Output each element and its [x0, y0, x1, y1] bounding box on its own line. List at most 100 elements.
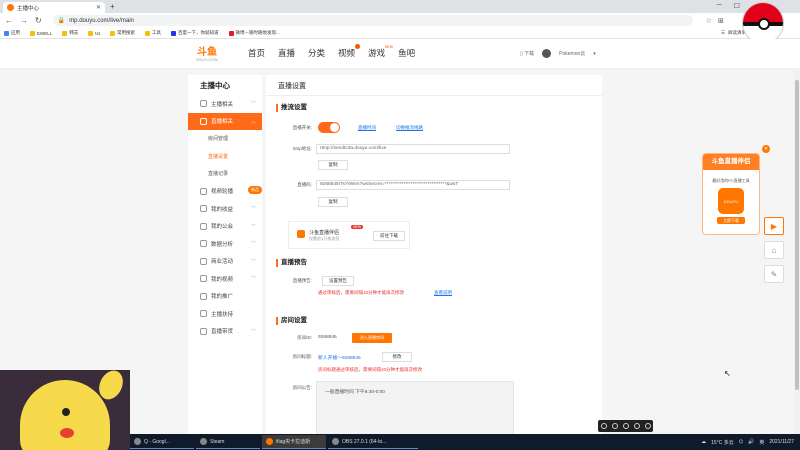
taskbar-douyu[interactable]: ifiag央卡拉迪斯 — [262, 435, 326, 449]
sidebar: 主播中心 主播相关 ﹀ 直播相关 ︿ 房间管理 直播设置 直播记录 视频轮播 新品 我… — [188, 75, 262, 435]
ime-indicator[interactable]: 英 — [759, 439, 764, 446]
preview-help-link[interactable]: 查看说明 — [434, 290, 452, 296]
browser-tab[interactable]: 主播中心 ✕ — [3, 2, 105, 13]
taskbar-chrome[interactable]: Q - Googl... — [130, 435, 194, 449]
folder-icon — [110, 30, 116, 36]
play-icon[interactable]: ▶ — [764, 217, 784, 235]
nav-home[interactable]: 首页 — [248, 47, 265, 59]
nav-game[interactable]: 游戏 NEW — [368, 45, 393, 59]
sidebar-item-analytics[interactable]: 数据分析 ﹀ — [188, 235, 262, 253]
sidebar-item-commerce[interactable]: 直播带货 ﹀ — [188, 323, 262, 341]
sidebar-item-carousel[interactable]: 视频轮播 新品 — [188, 183, 262, 201]
pokeball-overlay — [742, 2, 784, 44]
bookmark-apps[interactable]: 应用 — [4, 30, 20, 36]
maximize-icon[interactable]: ☐ — [734, 2, 740, 10]
media-button-icon[interactable] — [611, 423, 618, 429]
bookmark-hanzhi[interactable]: 韩志 — [62, 30, 78, 36]
companion-download-button[interactable]: 前往下载 — [373, 231, 405, 241]
volume-icon[interactable]: 🔊 — [748, 439, 754, 445]
weather-icon[interactable]: ☁ — [701, 439, 706, 445]
switch-line-link[interactable]: 切换推流线路 — [396, 125, 423, 131]
douyu-app-icon: DOUYU — [718, 188, 744, 214]
media-button-icon[interactable] — [600, 423, 607, 429]
page-scrollbar[interactable] — [794, 70, 800, 435]
title-warning: 房间标题通过审核后，需要间隔10分钟才能再次修改 — [318, 367, 423, 372]
guild-icon — [200, 222, 207, 230]
sidebar-item-guild[interactable]: 我的公会 ﹀ — [188, 218, 262, 236]
stream-code-field[interactable]: 9268845rTsY6Wm?wsSecret=****************… — [316, 180, 510, 190]
sidebar-item-support[interactable]: 主播扶持 — [188, 305, 262, 323]
weibo-icon — [228, 30, 234, 36]
sidebar-item-live[interactable]: 直播相关 ︿ — [188, 112, 262, 130]
folder-icon — [145, 30, 151, 36]
sidebar-sub-settings[interactable]: 直播设置 — [188, 148, 262, 166]
address-bar[interactable]: 🔒 mp.douyu.com/live/main — [52, 15, 693, 26]
chevron-down-icon[interactable]: ▾ — [593, 51, 596, 57]
modify-title-button[interactable]: 修改 — [382, 352, 412, 362]
star-icon[interactable]: ☆ — [706, 17, 712, 25]
copy-code-button[interactable]: 复制 — [318, 197, 348, 207]
bookmark-baidu[interactable]: 百度一下，你就知道 — [171, 30, 219, 36]
sidebar-sub-room[interactable]: 房间管理 — [188, 130, 262, 148]
sidebar-item-promotion[interactable]: 我的推广 — [188, 288, 262, 306]
nav-yuba[interactable]: 鱼吧 — [398, 47, 415, 59]
taskbar-obs[interactable]: OBS 27.0.1 (64-bi... — [328, 435, 418, 449]
sidebar-item-business[interactable]: 商业活动 ﹀ — [188, 253, 262, 271]
media-button-icon[interactable] — [644, 423, 651, 429]
video-icon — [200, 187, 207, 195]
network-icon[interactable]: ⌬ — [739, 439, 743, 445]
promo-title: 斗鱼直播伴侣 — [703, 154, 759, 170]
enter-room-button[interactable]: 进入直播房间 — [352, 333, 392, 343]
notice-textarea[interactable]: 一般直播时间 下午6:30-0:00 — [316, 381, 514, 435]
live-toggle[interactable] — [318, 122, 340, 133]
media-button-icon[interactable] — [633, 423, 640, 429]
new-tab-icon[interactable]: + — [110, 2, 115, 11]
room-title-value: 新人开播～9268845 — [318, 356, 361, 361]
companion-app-icon — [297, 230, 305, 238]
chevron-up-icon: ︿ — [250, 118, 256, 125]
sidebar-item-videos[interactable]: 我的视频 ﹀ — [188, 270, 262, 288]
briefcase-icon — [200, 257, 207, 265]
bookmark-search[interactable]: 常用搜索 — [110, 30, 135, 36]
rtmp-field[interactable]: rtmp://sendtc3a.douyu.com/live — [316, 144, 510, 154]
download-link[interactable]: ▯ 下载 — [520, 50, 534, 57]
bookmark-tools[interactable]: 工具 — [145, 30, 161, 36]
sidebar-item-income[interactable]: 我的收益 ﹀ — [188, 200, 262, 218]
douyu-logo[interactable]: 斗鱼 DOUYU.COM — [188, 43, 226, 65]
promo-download-button[interactable]: 立即下载 — [717, 217, 745, 224]
home-icon[interactable]: ⌂ — [764, 241, 784, 259]
live-time-link[interactable]: 直播时间 — [358, 125, 376, 131]
nav-category[interactable]: 分类 — [308, 47, 325, 59]
nav-live[interactable]: 直播 — [278, 47, 295, 59]
rtmp-label: rtmp地址: — [292, 146, 312, 151]
clock[interactable]: 2021/11/27 — [769, 439, 794, 445]
wallet-icon — [200, 205, 207, 213]
douyu-icon — [266, 438, 273, 445]
sidebar-sub-records[interactable]: 直播记录 — [188, 165, 262, 183]
forward-icon[interactable]: → — [20, 16, 28, 25]
page-title: 直播设置 — [278, 83, 306, 90]
weather-text[interactable]: 15°C 多云 — [711, 439, 734, 446]
set-preview-button[interactable]: 设置预告 — [322, 276, 354, 286]
media-button-icon[interactable] — [622, 423, 629, 429]
folder-icon — [62, 30, 68, 36]
preview-label: 直播预告: — [292, 278, 312, 283]
feedback-icon[interactable]: ✎ — [764, 265, 784, 283]
username[interactable]: Pokemon云 — [559, 50, 585, 57]
bookmark-weibo[interactable]: 微博－随时随地发现... — [228, 30, 280, 36]
bookmark-ewell[interactable]: EWELL — [30, 30, 52, 36]
nav-video[interactable]: 视频 — [338, 44, 361, 59]
copy-rtmp-button[interactable]: 复制 — [318, 160, 348, 170]
megaphone-icon — [200, 292, 207, 300]
minimize-icon[interactable]: ─ — [717, 2, 722, 10]
avatar[interactable] — [542, 49, 552, 58]
back-icon[interactable]: ← — [5, 16, 13, 25]
close-promo-icon[interactable]: ✕ — [762, 145, 770, 153]
extensions-icon[interactable]: ⊞ — [718, 17, 724, 25]
reload-icon[interactable]: ↻ — [35, 16, 42, 25]
close-tab-icon[interactable]: ✕ — [96, 4, 101, 11]
sidebar-item-anchor[interactable]: 主播相关 ﹀ — [188, 95, 262, 113]
reading-list[interactable]: ☰ 阅读清单 — [721, 30, 746, 36]
taskbar-steam[interactable]: Steam — [196, 435, 260, 449]
bookmark-txt[interactable]: txt — [88, 30, 100, 36]
